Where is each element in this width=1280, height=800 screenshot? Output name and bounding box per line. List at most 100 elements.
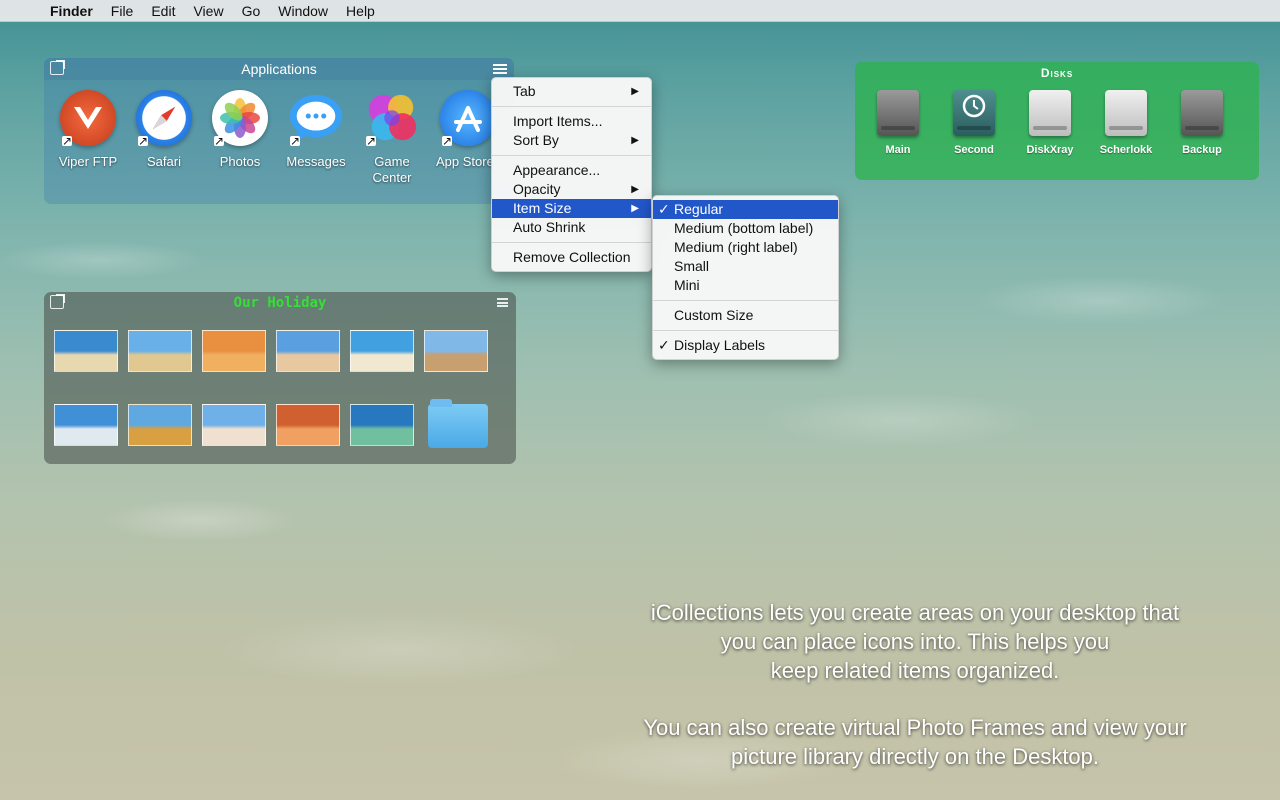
menu-item-sort-by[interactable]: Sort By ▶	[492, 131, 651, 150]
holiday-photo-frame[interactable]: Our Holiday	[44, 292, 516, 464]
menu-separator	[653, 300, 838, 301]
disks-collection[interactable]: Disks Main Second DiskXray Scherlokk Bac…	[855, 62, 1259, 180]
disk-second[interactable]: Second	[942, 90, 1006, 156]
photo-thumbnail[interactable]	[350, 330, 414, 372]
disks-title: Disks	[1040, 66, 1074, 80]
app-photos[interactable]: ↗ Photos	[202, 90, 278, 170]
folder-icon[interactable]	[428, 399, 488, 448]
photo-thumbnail[interactable]	[350, 404, 414, 446]
detach-icon[interactable]	[50, 60, 65, 75]
caption-line: picture library directly on the Desktop.	[730, 744, 1100, 769]
menu-finder[interactable]: Finder	[44, 3, 102, 19]
promo-caption: iCollections lets you create areas on yo…	[630, 598, 1200, 799]
photo-thumbnail[interactable]	[276, 404, 340, 446]
menu-item-auto-shrink[interactable]: Auto Shrink	[492, 218, 651, 237]
photo-thumbnail[interactable]	[202, 404, 266, 446]
photo-thumbnail[interactable]	[54, 404, 118, 446]
time-machine-icon	[953, 90, 995, 136]
app-game-center[interactable]: ↗ Game Center	[354, 90, 430, 186]
disk-diskxray[interactable]: DiskXray	[1018, 90, 1082, 156]
photo-thumbnail[interactable]	[54, 330, 118, 372]
menu-item-remove-collection[interactable]: Remove Collection	[492, 248, 651, 267]
alias-arrow-icon: ↗	[214, 134, 225, 148]
disk-label: Second	[954, 144, 994, 156]
applications-title: Applications	[44, 58, 514, 80]
photos-icon: ↗	[212, 90, 268, 148]
collection-menu-icon[interactable]	[497, 298, 508, 307]
caption-line: keep related items organized.	[770, 658, 1060, 683]
collection-menu-icon[interactable]	[493, 64, 507, 74]
menu-item-label: Auto Shrink	[513, 219, 586, 235]
app-messages[interactable]: ↗ Messages	[278, 90, 354, 170]
menu-go[interactable]: Go	[233, 3, 270, 19]
menu-item-import-items[interactable]: Import Items...	[492, 112, 651, 131]
menu-item-opacity[interactable]: Opacity ▶	[492, 180, 651, 199]
photo-thumbnail[interactable]	[202, 330, 266, 372]
menu-item-tab[interactable]: Tab ▶	[492, 82, 651, 101]
menu-item-label: Regular	[674, 201, 724, 217]
photo-thumbnail[interactable]	[128, 330, 192, 372]
menu-file[interactable]: File	[102, 3, 143, 19]
photo-thumbnail[interactable]	[276, 330, 340, 372]
messages-icon: ↗	[288, 90, 344, 148]
menu-edit[interactable]: Edit	[142, 3, 184, 19]
checkmark-icon: ✓	[658, 201, 670, 217]
disk-label: Main	[885, 144, 911, 156]
disk-label: DiskXray	[1026, 144, 1074, 156]
caption-paragraph-2: You can also create virtual Photo Frames…	[630, 713, 1200, 771]
disk-scherlokk[interactable]: Scherlokk	[1094, 90, 1158, 156]
alias-arrow-icon: ↗	[62, 134, 73, 148]
hard-drive-icon	[1181, 90, 1223, 136]
disk-backup[interactable]: Backup	[1170, 90, 1234, 156]
menu-item-item-size[interactable]: Item Size ▶	[492, 199, 651, 218]
safari-icon: ↗	[136, 90, 192, 148]
menu-item-regular[interactable]: ✓ Regular	[653, 200, 838, 219]
photo-thumbnail[interactable]	[128, 404, 192, 446]
alias-arrow-icon: ↗	[366, 134, 377, 148]
menu-item-label: Small	[674, 258, 710, 274]
menu-item-label: Medium (bottom label)	[674, 220, 814, 236]
menu-item-label: Sort By	[513, 132, 559, 148]
caption-line: You can also create virtual Photo Frames…	[643, 715, 1187, 740]
menu-separator	[653, 330, 838, 331]
menu-item-label: Tab	[513, 83, 536, 99]
menu-item-label: Display Labels	[674, 337, 766, 353]
menu-item-custom-size[interactable]: Custom Size	[653, 306, 838, 325]
menu-item-appearance[interactable]: Appearance...	[492, 161, 651, 180]
menu-item-small[interactable]: Small	[653, 257, 838, 276]
app-safari[interactable]: ↗ Safari	[126, 90, 202, 170]
alias-arrow-icon: ↗	[138, 134, 149, 148]
submenu-arrow-icon: ▶	[631, 135, 639, 146]
menu-item-display-labels[interactable]: ✓ Display Labels	[653, 336, 838, 355]
app-label: Viper FTP	[58, 154, 118, 169]
menu-view[interactable]: View	[184, 3, 232, 19]
alias-arrow-icon: ↗	[290, 134, 301, 148]
menu-item-label: Remove Collection	[513, 249, 631, 265]
app-viper-ftp[interactable]: ↗ Viper FTP	[50, 90, 126, 170]
hard-drive-icon	[877, 90, 919, 136]
submenu-arrow-icon: ▶	[631, 184, 639, 195]
menu-item-medium-right-label[interactable]: Medium (right label)	[653, 238, 838, 257]
caption-line: iCollections lets you create areas on yo…	[650, 600, 1180, 625]
menu-window[interactable]: Window	[269, 3, 337, 19]
photo-thumbnail[interactable]	[424, 330, 488, 372]
app-store-icon: ↗	[440, 90, 496, 147]
caption-line: you can place icons into. This helps you	[720, 629, 1110, 654]
holiday-title: Our Holiday	[233, 295, 327, 311]
disk-main[interactable]: Main	[866, 90, 930, 156]
menu-item-medium-bottom-label[interactable]: Medium (bottom label)	[653, 219, 838, 238]
menu-separator	[492, 155, 651, 156]
disk-label: Backup	[1182, 144, 1222, 156]
menu-item-mini[interactable]: Mini	[653, 276, 838, 295]
caption-paragraph-1: iCollections lets you create areas on yo…	[630, 598, 1200, 685]
menu-item-label: Opacity	[513, 181, 561, 197]
detach-icon[interactable]	[50, 294, 65, 309]
external-drive-icon	[1105, 90, 1147, 136]
disk-label: Scherlokk	[1099, 144, 1153, 156]
menu-help[interactable]: Help	[337, 3, 384, 19]
menu-separator	[492, 106, 651, 107]
checkmark-icon: ✓	[658, 337, 670, 353]
menu-bar: Finder File Edit View Go Window Help	[0, 0, 1280, 22]
applications-collection[interactable]: Applications ↗ Viper FTP ↗ Safari ↗ Phot…	[44, 58, 514, 204]
external-drive-icon	[1029, 90, 1071, 136]
